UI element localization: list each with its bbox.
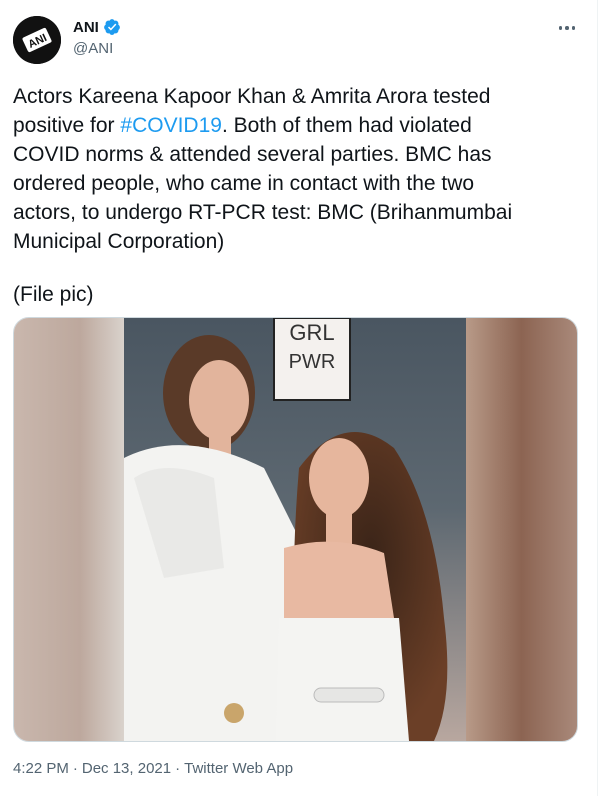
tweet-source[interactable]: Twitter Web App bbox=[184, 760, 293, 777]
meta-separator: · bbox=[175, 760, 181, 777]
more-dot-icon bbox=[571, 26, 576, 30]
tweet-card: ANI ANI @ANI Actors Kareena Kapoor Khan … bbox=[0, 0, 598, 796]
tweet-date[interactable]: Dec 13, 2021 bbox=[82, 760, 171, 777]
author-name[interactable]: ANI bbox=[73, 19, 99, 36]
file-pic-note: (File pic) bbox=[13, 283, 94, 306]
verified-badge-icon bbox=[103, 19, 120, 35]
author-handle[interactable]: @ANI bbox=[73, 40, 113, 57]
sign-line-2: PWR bbox=[289, 351, 336, 373]
meta-separator: · bbox=[72, 760, 78, 777]
photo-illustration: GRL PWR bbox=[14, 318, 577, 741]
more-dot-icon bbox=[558, 26, 563, 30]
tweet-time[interactable]: 4:22 PM bbox=[13, 760, 69, 777]
more-options-button[interactable] bbox=[554, 18, 580, 38]
sign-line-1: GRL bbox=[289, 320, 334, 345]
more-dot-icon bbox=[565, 26, 569, 30]
author-name-row[interactable]: ANI bbox=[73, 18, 121, 36]
tweet-text: Actors Kareena Kapoor Khan & Amrita Aror… bbox=[13, 82, 588, 256]
tweet-photo[interactable]: GRL PWR bbox=[13, 317, 578, 742]
ani-logo-icon: ANI bbox=[13, 16, 61, 64]
tweet-meta: 4:22 PM · Dec 13, 2021 · Twitter Web App bbox=[13, 760, 293, 777]
hashtag-link[interactable]: #COVID19 bbox=[120, 114, 222, 137]
author-avatar[interactable]: ANI bbox=[13, 16, 61, 64]
